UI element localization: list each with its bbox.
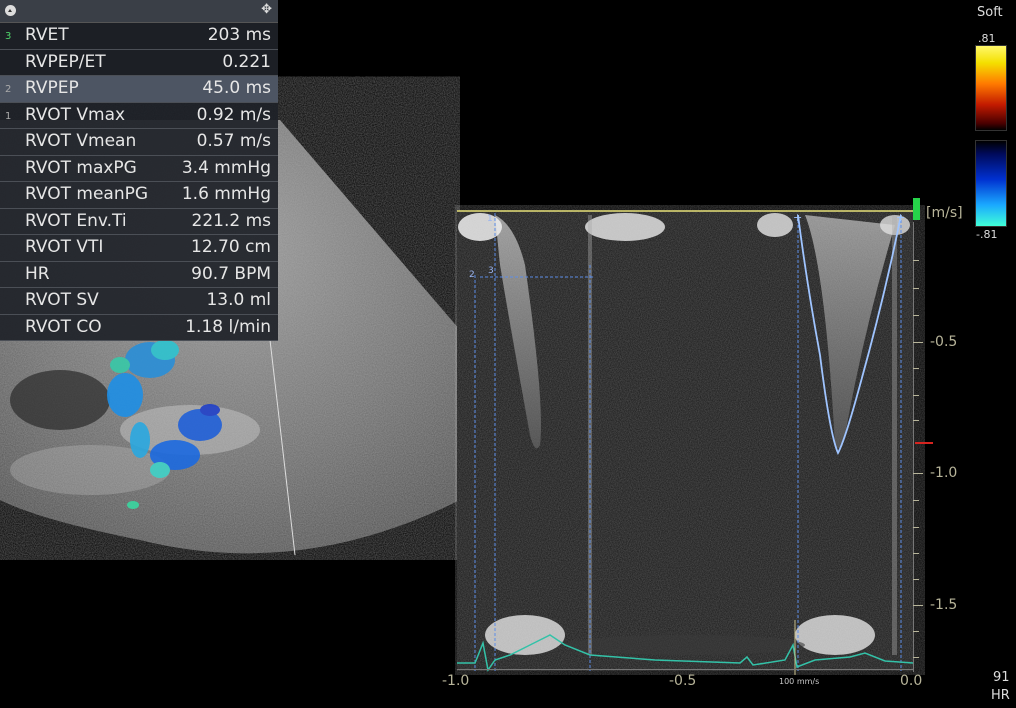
measurement-name: RVET: [25, 25, 69, 45]
doppler-spectrum: 1 2 3 + +: [457, 210, 914, 675]
measurement-value: 1.6 mmHg: [181, 184, 271, 204]
measurement-name: RVOT SV: [25, 290, 99, 310]
measurement-row[interactable]: RVOT SV 13.0 ml: [0, 288, 278, 315]
svg-text:+: +: [793, 211, 802, 224]
velocity-label-0: -0.5: [930, 334, 958, 350]
measurement-name: RVOT meanPG: [25, 184, 149, 204]
measurement-row[interactable]: 1 RVOT Vmax 0.92 m/s: [0, 103, 278, 129]
measurement-value: 12.70 cm: [191, 237, 271, 257]
colorbar-warm: [975, 45, 1007, 131]
measurement-row[interactable]: RVOT Vmean 0.57 m/s: [0, 129, 278, 156]
colorbar-cool: [975, 140, 1007, 227]
colormap-preset-label: Soft: [977, 5, 1003, 20]
hr-label: HR: [991, 688, 1010, 703]
measurement-row[interactable]: RVOT Env.Ti 221.2 ms: [0, 209, 278, 235]
measurement-name: RVOT Vmax: [25, 104, 126, 125]
time-label-0: -1.0: [442, 673, 470, 689]
measurement-value: 0.57 m/s: [196, 131, 271, 151]
measurement-value: 3.4 mmHg: [181, 157, 271, 178]
measurement-value: 203 ms: [207, 25, 271, 45]
measurement-value: 1.18 l/min: [185, 316, 271, 337]
measurement-name: RVOT CO: [25, 316, 102, 337]
time-label-1: -0.5: [669, 673, 697, 689]
measurement-value: 0.221: [222, 51, 271, 72]
measurement-row[interactable]: 3 RVET 203 ms: [0, 23, 278, 50]
caliper-label-1: 1: [487, 214, 493, 224]
measurement-row[interactable]: RVPEP/ET 0.221: [0, 50, 278, 76]
measurement-value: 45.0 ms: [202, 78, 271, 98]
velocity-label-1: -1.0: [930, 465, 958, 481]
svg-text:+: +: [896, 211, 905, 224]
sweep-speed-label: 100 mm/s: [779, 677, 820, 686]
hr-value: 91: [993, 670, 1010, 685]
measurement-value: 13.0 ml: [206, 290, 271, 310]
measurement-row[interactable]: RVOT VTI 12.70 cm: [0, 235, 278, 262]
measurement-index: 3: [5, 31, 12, 42]
measurement-row[interactable]: RVOT CO 1.18 l/min: [0, 315, 278, 341]
measurement-name: RVPEP/ET: [25, 51, 106, 72]
measurement-name: HR: [25, 263, 50, 284]
measurement-table-header: ✥: [0, 0, 278, 23]
measurement-name: RVOT VTI: [25, 237, 104, 257]
caliper-label-3: 3: [488, 266, 494, 276]
move-icon[interactable]: ✥: [261, 2, 272, 17]
measurement-value: 90.7 BPM: [191, 263, 271, 284]
measurement-row[interactable]: HR 90.7 BPM: [0, 262, 278, 288]
measurement-row[interactable]: RVOT maxPG 3.4 mmHg: [0, 156, 278, 182]
caliper-label-2: 2: [469, 270, 475, 280]
velocity-scale-marker: [913, 198, 920, 220]
measurement-name: RVOT Vmean: [25, 131, 137, 151]
colorbar-top-label: .81: [978, 32, 996, 45]
velocity-marker-red: [915, 442, 933, 444]
measurement-row[interactable]: 2 RVPEP 45.0 ms: [0, 76, 278, 103]
measurement-name: RVOT Env.Ti: [25, 210, 127, 231]
collapse-icon[interactable]: [5, 5, 16, 16]
measurement-value: 0.92 m/s: [196, 104, 271, 125]
measurement-index: 2: [5, 84, 12, 95]
velocity-unit-label: [m/s]: [926, 205, 963, 221]
velocity-label-2: -1.5: [930, 597, 958, 613]
measurement-table: ✥ 3 RVET 203 ms RVPEP/ET 0.221 2 RVPEP 45.0 ms 1…: [0, 0, 278, 341]
measurement-name: RVPEP: [25, 78, 79, 98]
colorbar-bottom-label: -.81: [976, 228, 998, 241]
time-label-2: 0.0: [900, 673, 923, 689]
measurement-index: 1: [5, 110, 12, 122]
time-axis-line: [457, 669, 913, 670]
measurement-row[interactable]: RVOT meanPG 1.6 mmHg: [0, 182, 278, 209]
measurement-value: 221.2 ms: [191, 210, 272, 231]
measurement-name: RVOT maxPG: [25, 157, 137, 178]
